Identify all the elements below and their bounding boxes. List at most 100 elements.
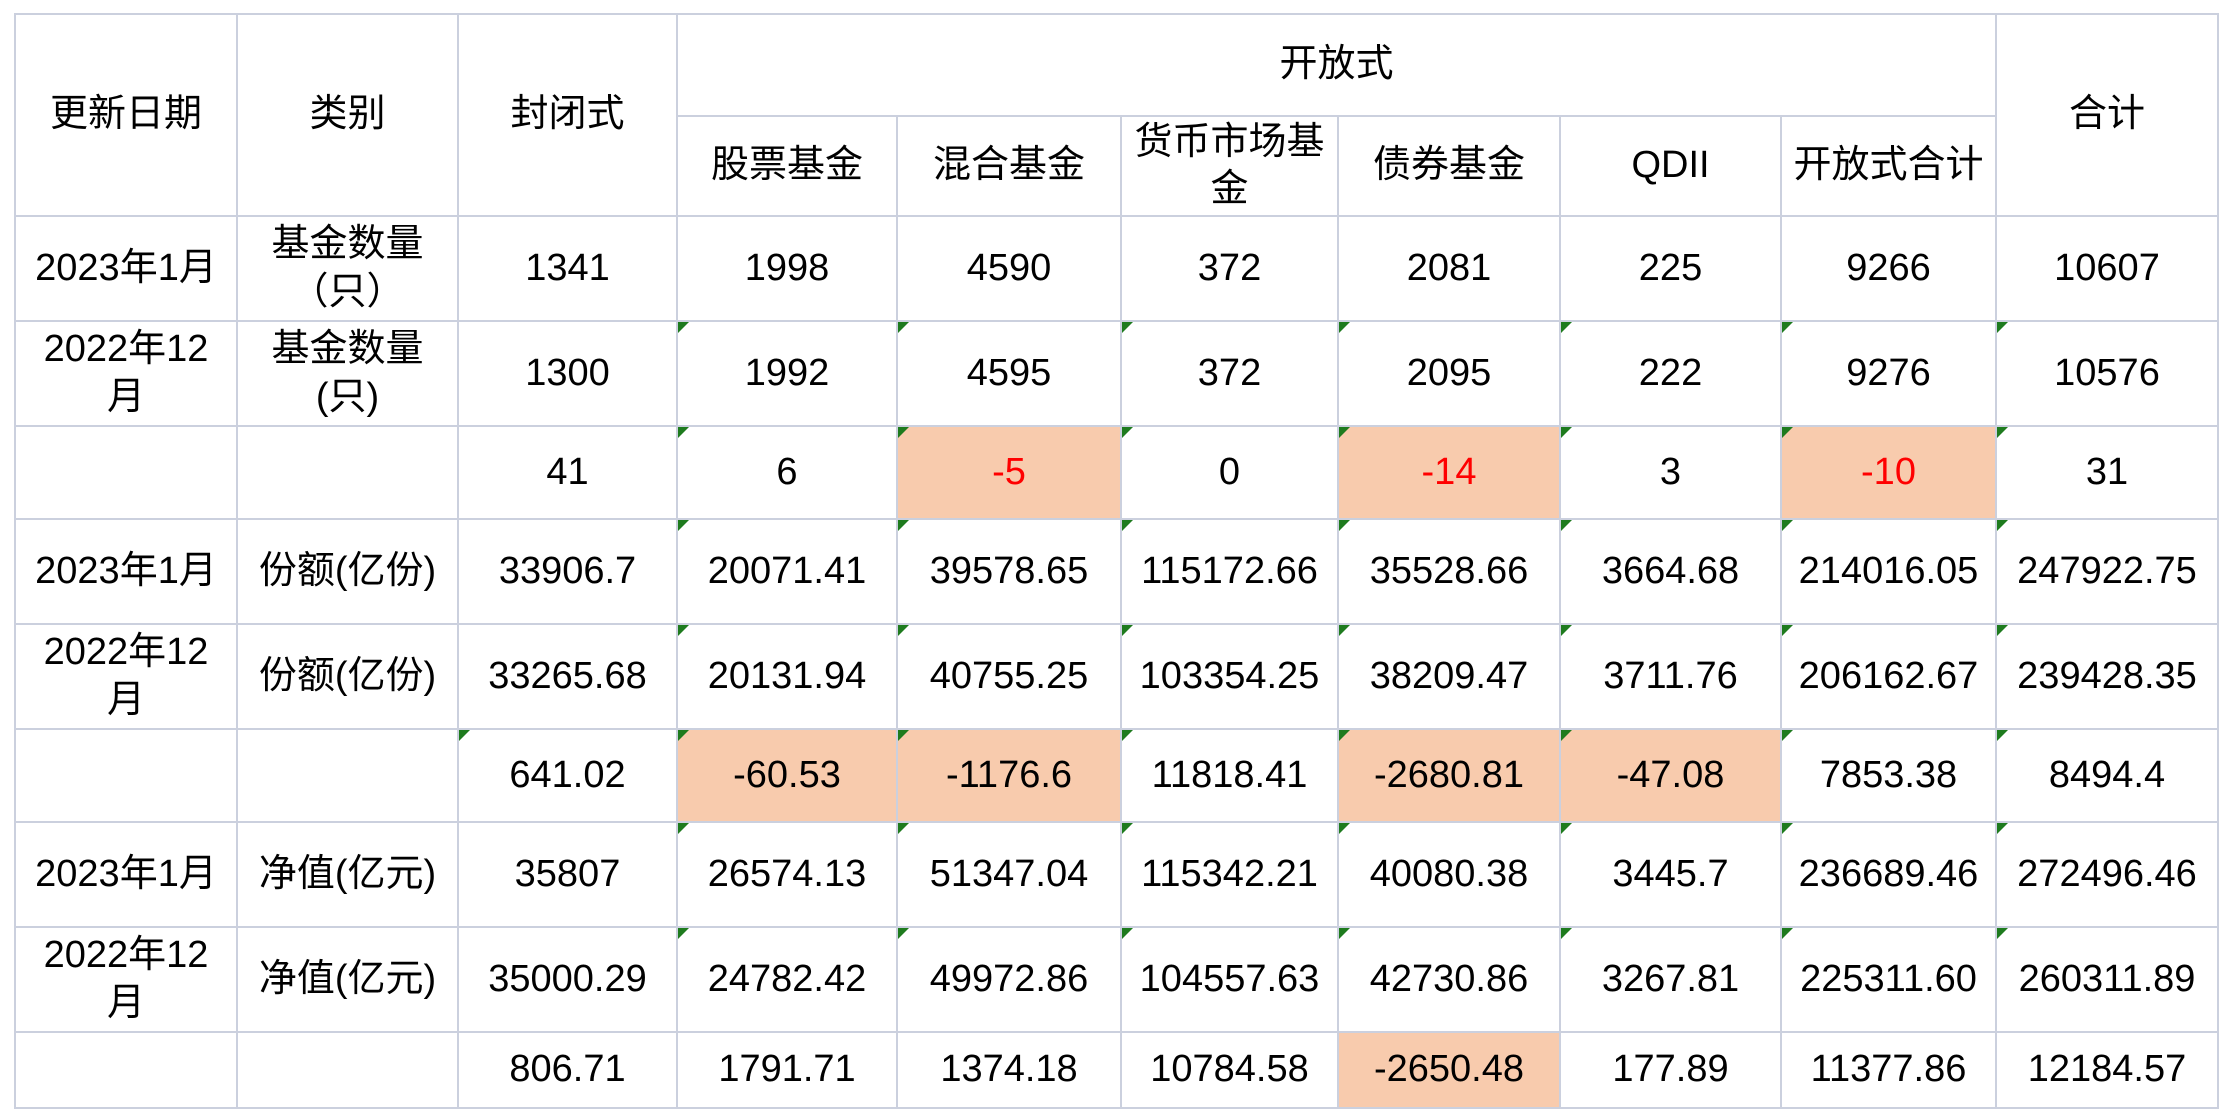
- data-cell[interactable]: 26574.13: [677, 822, 897, 927]
- date-cell[interactable]: 2023年1月: [15, 216, 237, 321]
- data-cell[interactable]: 103354.25: [1121, 624, 1338, 729]
- data-cell[interactable]: 38209.47: [1338, 624, 1560, 729]
- data-cell[interactable]: 239428.35: [1996, 624, 2218, 729]
- data-cell[interactable]: 1300: [458, 321, 677, 426]
- data-cell[interactable]: 11818.41: [1121, 729, 1338, 822]
- data-cell[interactable]: 4590: [897, 216, 1121, 321]
- data-cell[interactable]: 806.71: [458, 1032, 677, 1108]
- data-cell[interactable]: -2650.48: [1338, 1032, 1560, 1108]
- header-money-market-fund[interactable]: 货币市场基 金: [1121, 116, 1338, 216]
- data-cell[interactable]: 31: [1996, 426, 2218, 519]
- data-cell[interactable]: 1791.71: [677, 1032, 897, 1108]
- header-closed-end[interactable]: 封闭式: [458, 14, 677, 216]
- data-cell[interactable]: 214016.05: [1781, 519, 1996, 624]
- header-stock-fund[interactable]: 股票基金: [677, 116, 897, 216]
- data-cell[interactable]: 11377.86: [1781, 1032, 1996, 1108]
- data-cell[interactable]: 42730.86: [1338, 927, 1560, 1032]
- data-cell[interactable]: 177.89: [1560, 1032, 1781, 1108]
- data-cell[interactable]: 24782.42: [677, 927, 897, 1032]
- data-cell[interactable]: 372: [1121, 216, 1338, 321]
- data-cell[interactable]: 206162.67: [1781, 624, 1996, 729]
- data-cell[interactable]: -47.08: [1560, 729, 1781, 822]
- data-cell[interactable]: 372: [1121, 321, 1338, 426]
- data-cell[interactable]: -10: [1781, 426, 1996, 519]
- data-cell[interactable]: -2680.81: [1338, 729, 1560, 822]
- data-cell[interactable]: 3267.81: [1560, 927, 1781, 1032]
- data-cell[interactable]: 1998: [677, 216, 897, 321]
- data-cell[interactable]: -14: [1338, 426, 1560, 519]
- data-cell[interactable]: 641.02: [458, 729, 677, 822]
- data-cell[interactable]: 10784.58: [1121, 1032, 1338, 1108]
- data-cell[interactable]: 3: [1560, 426, 1781, 519]
- data-cell[interactable]: 1992: [677, 321, 897, 426]
- data-cell[interactable]: 225: [1560, 216, 1781, 321]
- data-cell[interactable]: 51347.04: [897, 822, 1121, 927]
- data-cell[interactable]: -1176.6: [897, 729, 1121, 822]
- data-cell[interactable]: 40080.38: [1338, 822, 1560, 927]
- data-cell[interactable]: 10576: [1996, 321, 2218, 426]
- header-open-end-group[interactable]: 开放式: [677, 14, 1996, 116]
- data-cell[interactable]: 1341: [458, 216, 677, 321]
- date-cell[interactable]: 2022年12 月: [15, 927, 237, 1032]
- data-cell[interactable]: 4595: [897, 321, 1121, 426]
- header-qdii[interactable]: QDII: [1560, 116, 1781, 216]
- data-cell[interactable]: -5: [897, 426, 1121, 519]
- data-cell[interactable]: 41: [458, 426, 677, 519]
- data-cell[interactable]: 3664.68: [1560, 519, 1781, 624]
- data-cell[interactable]: 35807: [458, 822, 677, 927]
- category-cell[interactable]: [237, 426, 458, 519]
- data-cell[interactable]: 2095: [1338, 321, 1560, 426]
- data-cell[interactable]: 6: [677, 426, 897, 519]
- date-cell[interactable]: 2022年12 月: [15, 321, 237, 426]
- header-mixed-fund[interactable]: 混合基金: [897, 116, 1121, 216]
- data-cell[interactable]: 7853.38: [1781, 729, 1996, 822]
- header-update-date[interactable]: 更新日期: [15, 14, 237, 216]
- data-cell[interactable]: 272496.46: [1996, 822, 2218, 927]
- category-cell[interactable]: 净值(亿元): [237, 927, 458, 1032]
- header-category[interactable]: 类别: [237, 14, 458, 216]
- category-cell[interactable]: 份额(亿份): [237, 519, 458, 624]
- date-cell[interactable]: 2022年12 月: [15, 624, 237, 729]
- data-cell[interactable]: 104557.63: [1121, 927, 1338, 1032]
- data-cell[interactable]: 35000.29: [458, 927, 677, 1032]
- data-cell[interactable]: 1374.18: [897, 1032, 1121, 1108]
- data-cell[interactable]: 115342.21: [1121, 822, 1338, 927]
- data-cell[interactable]: 39578.65: [897, 519, 1121, 624]
- category-cell[interactable]: 基金数量 (只): [237, 321, 458, 426]
- data-cell[interactable]: 236689.46: [1781, 822, 1996, 927]
- category-cell[interactable]: 份额(亿份): [237, 624, 458, 729]
- date-cell[interactable]: [15, 426, 237, 519]
- data-cell[interactable]: 222: [1560, 321, 1781, 426]
- data-cell[interactable]: 10607: [1996, 216, 2218, 321]
- data-cell[interactable]: 35528.66: [1338, 519, 1560, 624]
- header-grand-total[interactable]: 合计: [1996, 14, 2218, 216]
- data-cell[interactable]: 33906.7: [458, 519, 677, 624]
- data-cell[interactable]: 49972.86: [897, 927, 1121, 1032]
- header-bond-fund[interactable]: 债券基金: [1338, 116, 1560, 216]
- data-cell[interactable]: 0: [1121, 426, 1338, 519]
- data-cell[interactable]: 8494.4: [1996, 729, 2218, 822]
- date-cell[interactable]: [15, 1032, 237, 1108]
- category-cell[interactable]: 净值(亿元): [237, 822, 458, 927]
- data-cell[interactable]: 3711.76: [1560, 624, 1781, 729]
- category-cell[interactable]: [237, 729, 458, 822]
- data-cell[interactable]: 9276: [1781, 321, 1996, 426]
- data-cell[interactable]: 12184.57: [1996, 1032, 2218, 1108]
- header-open-end-total[interactable]: 开放式合计: [1781, 116, 1996, 216]
- date-cell[interactable]: 2023年1月: [15, 519, 237, 624]
- category-cell[interactable]: 基金数量 （只）: [237, 216, 458, 321]
- data-cell[interactable]: 247922.75: [1996, 519, 2218, 624]
- data-cell[interactable]: 20071.41: [677, 519, 897, 624]
- date-cell[interactable]: 2023年1月: [15, 822, 237, 927]
- data-cell[interactable]: 40755.25: [897, 624, 1121, 729]
- date-cell[interactable]: [15, 729, 237, 822]
- data-cell[interactable]: 260311.89: [1996, 927, 2218, 1032]
- data-cell[interactable]: 9266: [1781, 216, 1996, 321]
- data-cell[interactable]: 2081: [1338, 216, 1560, 321]
- category-cell[interactable]: [237, 1032, 458, 1108]
- data-cell[interactable]: 3445.7: [1560, 822, 1781, 927]
- data-cell[interactable]: 115172.66: [1121, 519, 1338, 624]
- data-cell[interactable]: 33265.68: [458, 624, 677, 729]
- data-cell[interactable]: -60.53: [677, 729, 897, 822]
- data-cell[interactable]: 20131.94: [677, 624, 897, 729]
